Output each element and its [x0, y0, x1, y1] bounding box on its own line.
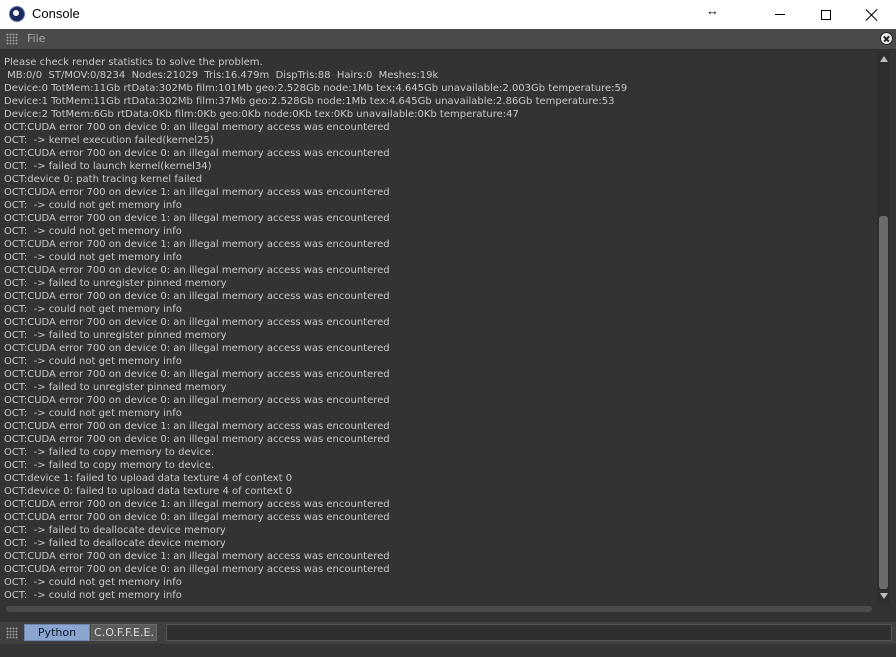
- log-line: OCT: -> could not get memory info: [4, 200, 182, 211]
- grip-dots-icon[interactable]: [6, 33, 18, 45]
- log-line: OCT:CUDA error 700 on device 1: an illeg…: [4, 421, 390, 432]
- log-line: OCT: -> could not get memory info: [4, 252, 182, 263]
- divider: [0, 614, 896, 622]
- maximize-button[interactable]: [803, 0, 849, 29]
- log-line: OCT:device 1: failed to upload data text…: [4, 473, 293, 484]
- close-icon: [865, 8, 879, 22]
- log-line: Device:2 TotMem:6Gb rtData:0Kb film:0Kb …: [4, 109, 519, 120]
- log-line: Please check render statistics to solve …: [4, 57, 263, 68]
- vertical-scrollbar[interactable]: [877, 51, 890, 604]
- cinema4d-app-icon: [9, 6, 25, 22]
- log-line: OCT: -> could not get memory info: [4, 577, 182, 588]
- script-bar: Python C.O.F.F.E.E.: [0, 622, 896, 644]
- log-line: OCT: -> could not get memory info: [4, 304, 182, 315]
- log-line: OCT:CUDA error 700 on device 1: an illeg…: [4, 551, 390, 562]
- minimize-icon: [775, 14, 785, 15]
- log-line: OCT:CUDA error 700 on device 0: an illeg…: [4, 369, 390, 380]
- tab-python[interactable]: Python: [24, 624, 90, 641]
- background-window-strip: [0, 644, 896, 657]
- log-line: MB:0/0 ST/MOV:0/8234 Nodes:21029 Tris:16…: [4, 70, 439, 81]
- log-line: OCT:CUDA error 700 on device 0: an illeg…: [4, 395, 390, 406]
- log-line: OCT: -> failed to copy memory to device.: [4, 447, 215, 458]
- scroll-down-arrow-icon[interactable]: [880, 593, 888, 599]
- window-title: Console: [32, 6, 80, 21]
- log-line: OCT:CUDA error 700 on device 0: an illeg…: [4, 564, 390, 575]
- log-line: Device:0 TotMem:11Gb rtData:302Mb film:1…: [4, 83, 628, 94]
- log-line: OCT:CUDA error 700 on device 0: an illeg…: [4, 265, 390, 276]
- log-line: OCT: -> could not get memory info: [4, 590, 182, 601]
- log-line: OCT:CUDA error 700 on device 0: an illeg…: [4, 291, 390, 302]
- log-line: Device:1 TotMem:11Gb rtData:302Mb film:3…: [4, 96, 615, 107]
- grip-dots-icon[interactable]: [6, 627, 18, 639]
- close-panel-icon[interactable]: [880, 32, 893, 45]
- log-line: OCT:CUDA error 700 on device 0: an illeg…: [4, 434, 390, 445]
- log-line: OCT: -> failed to unregister pinned memo…: [4, 330, 227, 341]
- scroll-up-arrow-icon[interactable]: [880, 56, 888, 62]
- log-line: OCT:CUDA error 700 on device 0: an illeg…: [4, 122, 390, 133]
- log-line: OCT:CUDA error 700 on device 1: an illeg…: [4, 187, 390, 198]
- tab-coffee[interactable]: C.O.F.F.E.E.: [91, 624, 157, 641]
- maximize-icon: [821, 9, 831, 20]
- log-line: OCT: -> kernel execution failed(kernel25…: [4, 135, 214, 146]
- log-line: OCT: -> failed to copy memory to device.: [4, 460, 215, 471]
- console-log[interactable]: Please check render statistics to solve …: [0, 51, 877, 604]
- log-line: OCT: -> failed to unregister pinned memo…: [4, 382, 227, 393]
- vertical-scroll-thumb[interactable]: [879, 216, 888, 589]
- log-line: OCT: -> could not get memory info: [4, 408, 182, 419]
- menu-bar: File: [0, 29, 896, 50]
- log-line: OCT: -> failed to unregister pinned memo…: [4, 278, 227, 289]
- log-line: OCT: -> failed to launch kernel(kernel34…: [4, 161, 212, 172]
- log-line: OCT: -> failed to deallocate device memo…: [4, 525, 226, 536]
- minimize-button[interactable]: [757, 0, 803, 29]
- log-line: OCT:CUDA error 700 on device 0: an illeg…: [4, 148, 390, 159]
- log-line: OCT: -> failed to deallocate device memo…: [4, 538, 226, 549]
- horizontal-scrollbar[interactable]: [0, 604, 877, 614]
- command-input[interactable]: [166, 624, 892, 641]
- title-bar[interactable]: Console ↔: [0, 0, 896, 29]
- log-line: OCT:CUDA error 700 on device 1: an illeg…: [4, 213, 390, 224]
- menu-file[interactable]: File: [27, 32, 45, 45]
- resize-cursor-icon: ↔: [706, 3, 719, 18]
- log-line: OCT:CUDA error 700 on device 1: an illeg…: [4, 239, 390, 250]
- log-line: OCT:CUDA error 700 on device 0: an illeg…: [4, 343, 390, 354]
- log-line: OCT:device 0: path tracing kernel failed: [4, 174, 203, 185]
- log-line: OCT:CUDA error 700 on device 1: an illeg…: [4, 499, 390, 510]
- log-line: OCT:device 0: failed to upload data text…: [4, 486, 293, 497]
- log-line: OCT:CUDA error 700 on device 0: an illeg…: [4, 317, 390, 328]
- log-line: OCT: -> could not get memory info: [4, 226, 182, 237]
- log-lines: Please check render statistics to solve …: [4, 56, 627, 602]
- horizontal-scroll-thumb[interactable]: [6, 606, 872, 612]
- log-line: OCT:CUDA error 700 on device 0: an illeg…: [4, 512, 390, 523]
- close-window-button[interactable]: [849, 0, 895, 29]
- log-line: OCT: -> could not get memory info: [4, 356, 182, 367]
